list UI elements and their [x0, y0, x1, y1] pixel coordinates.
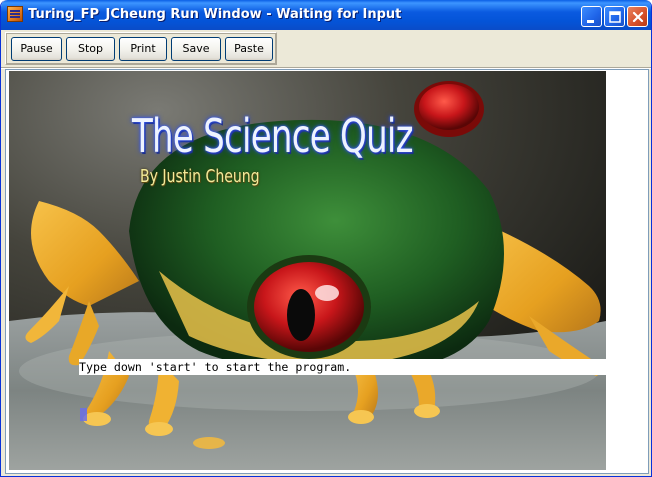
- minimize-icon: [587, 20, 594, 23]
- quiz-author: By Justin Cheung: [140, 166, 260, 187]
- minimize-button[interactable]: [581, 6, 602, 27]
- stop-button[interactable]: Stop: [66, 37, 115, 61]
- maximize-button[interactable]: [604, 6, 625, 27]
- run-window: Turing_FP_JCheung Run Window - Waiting f…: [0, 0, 652, 477]
- close-icon: [632, 11, 644, 23]
- maximize-icon: [609, 11, 621, 23]
- title-bar[interactable]: Turing_FP_JCheung Run Window - Waiting f…: [1, 0, 651, 30]
- quiz-title: The Science Quiz: [132, 109, 414, 163]
- close-button[interactable]: [627, 6, 648, 27]
- program-canvas[interactable]: The Science Quiz By Justin Cheung Type d…: [9, 71, 606, 470]
- save-button[interactable]: Save: [171, 37, 221, 61]
- text-input-cursor[interactable]: [80, 408, 87, 421]
- pause-button[interactable]: Pause: [11, 37, 62, 61]
- turing-app-icon[interactable]: [7, 6, 23, 22]
- prompt-message: Type down 'start' to start the program.: [79, 360, 352, 374]
- print-button[interactable]: Print: [119, 37, 167, 61]
- paste-button[interactable]: Paste: [225, 37, 273, 61]
- window-title: Turing_FP_JCheung Run Window - Waiting f…: [28, 7, 402, 22]
